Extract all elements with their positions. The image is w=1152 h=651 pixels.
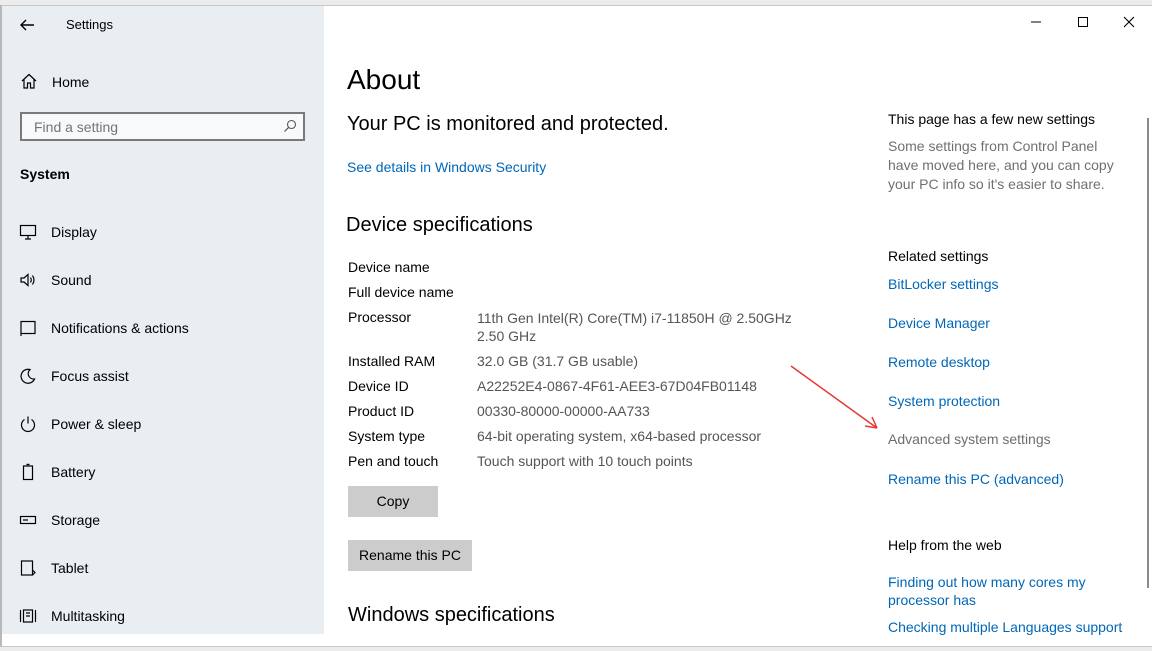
sound-icon: [19, 271, 39, 291]
spec-label: Device name: [348, 259, 430, 275]
focus-assist-icon: [19, 367, 39, 387]
spec-value: A22252E4-0867-4F61-AEE3-67D04FB01148: [477, 378, 757, 394]
sidebar-item-power-sleep[interactable]: Power & sleep: [2, 407, 324, 443]
minimize-button[interactable]: [1022, 10, 1050, 38]
spec-label: Pen and touch: [348, 453, 439, 469]
sidebar-item-multitasking[interactable]: Multitasking: [2, 599, 324, 635]
sidebar-item-battery[interactable]: Battery: [2, 455, 324, 491]
spec-value: Touch support with 10 touch points: [477, 453, 693, 469]
remote-desktop-link[interactable]: Remote desktop: [888, 353, 990, 371]
display-icon: [19, 223, 39, 243]
windows-specs-heading: Windows specifications: [348, 604, 555, 626]
page-title: About: [347, 64, 421, 95]
new-settings-text: Some settings from Control Panel have mo…: [888, 138, 1114, 192]
sidebar-item-display[interactable]: Display: [2, 215, 324, 251]
minimize-icon: [1031, 21, 1041, 23]
windows-security-link[interactable]: See details in Windows Security: [347, 159, 546, 175]
search-input[interactable]: [32, 118, 276, 136]
spec-value: 32.0 GB (31.7 GB usable): [477, 353, 639, 369]
spec-label: Device ID: [348, 378, 409, 394]
related-settings-heading: Related settings: [888, 248, 989, 264]
sidebar-item-label: Multitasking: [51, 608, 125, 624]
bitlocker-settings-link[interactable]: BitLocker settings: [888, 275, 999, 293]
copy-button[interactable]: Copy: [348, 486, 438, 517]
spec-value-line2: 2.50 GHz: [477, 328, 537, 344]
app-title: Settings: [66, 17, 113, 32]
sidebar-item-label: Sound: [51, 272, 92, 288]
device-manager-link[interactable]: Device Manager: [888, 314, 990, 332]
annotation-arrow: [790, 365, 878, 429]
help-from-web-heading: Help from the web: [888, 537, 1002, 553]
sidebar-item-label: Tablet: [51, 560, 89, 576]
spec-label: Installed RAM: [348, 353, 436, 369]
close-button[interactable]: [1115, 10, 1143, 38]
sidebar-item-label: Battery: [51, 464, 96, 480]
sidebar-section-title: System: [20, 166, 70, 182]
search-icon[interactable]: [283, 119, 297, 133]
close-icon: [1123, 16, 1135, 28]
battery-icon: [19, 463, 39, 483]
sidebar-item-label: Display: [51, 224, 97, 240]
home-icon: [20, 72, 42, 94]
sidebar-item-label: Storage: [51, 512, 101, 528]
protection-status: Your PC is monitored and protected.: [347, 113, 669, 135]
storage-icon: [19, 511, 39, 531]
sidebar-item-label: Notifications & actions: [51, 320, 189, 336]
spec-label: Full device name: [348, 284, 454, 300]
rename-pc-advanced-link[interactable]: Rename this PC (advanced): [888, 470, 1064, 488]
rename-pc-button[interactable]: Rename this PC: [348, 540, 472, 571]
multitasking-icon: [19, 607, 39, 627]
spec-label: Processor: [348, 309, 412, 325]
window-bottom-border: [0, 646, 1152, 651]
device-specs-heading: Device specifications: [346, 214, 533, 236]
sidebar-item-focus-assist[interactable]: Focus assist: [2, 359, 324, 395]
spec-value: 11th Gen Intel(R) Core(TM) i7-11850H @ 2…: [477, 310, 792, 326]
tablet-icon: [19, 559, 39, 579]
sidebar-item-notifications[interactable]: Notifications & actions: [2, 311, 324, 347]
spec-value: 00330-80000-00000-AA733: [477, 403, 650, 419]
power-icon: [19, 415, 39, 435]
sidebar: Settings Home System Display Sound: [2, 6, 324, 634]
new-settings-heading: This page has a few new settings: [888, 111, 1096, 127]
system-protection-link[interactable]: System protection: [888, 392, 1000, 410]
sidebar-item-sound[interactable]: Sound: [2, 263, 324, 299]
spec-label: Product ID: [348, 403, 415, 419]
maximize-icon: [1078, 17, 1088, 27]
sidebar-item-label: Focus assist: [51, 368, 129, 384]
back-button[interactable]: [14, 14, 40, 36]
spec-label: System type: [348, 428, 426, 444]
help-cores-link[interactable]: Finding out how many cores my processor …: [888, 573, 1113, 609]
sidebar-item-home[interactable]: Home: [2, 69, 324, 99]
spec-value: 64-bit operating system, x64-based proce…: [477, 428, 762, 444]
maximize-button[interactable]: [1069, 10, 1097, 38]
home-label: Home: [52, 74, 90, 90]
sidebar-item-label: Power & sleep: [51, 416, 142, 432]
notifications-icon: [19, 319, 39, 339]
search-box[interactable]: [20, 112, 305, 141]
back-arrow-icon: [20, 19, 34, 31]
help-languages-link[interactable]: Checking multiple Languages support: [888, 618, 1122, 636]
sidebar-item-storage[interactable]: Storage: [2, 503, 324, 539]
advanced-system-settings-link[interactable]: Advanced system settings: [888, 431, 1051, 447]
scrollbar[interactable]: [1147, 118, 1149, 588]
sidebar-item-tablet[interactable]: Tablet: [2, 551, 324, 587]
